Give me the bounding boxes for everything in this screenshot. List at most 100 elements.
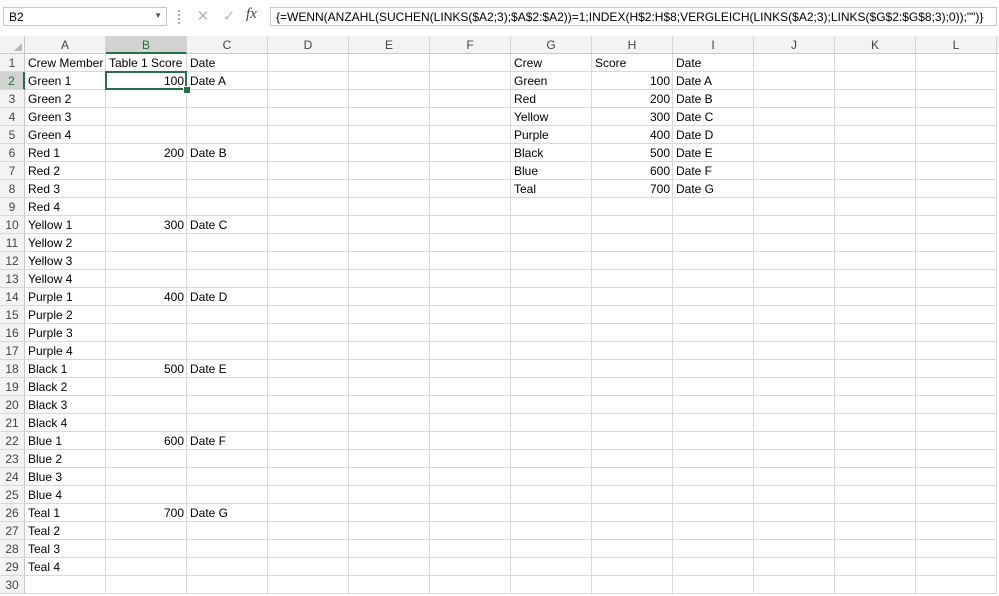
cell-h12[interactable] (592, 252, 673, 270)
cell-d21[interactable] (268, 414, 349, 432)
row-header-6[interactable]: 6 (0, 144, 25, 162)
crew-member-cell[interactable]: Red 1 (25, 144, 106, 162)
cell-i10[interactable] (673, 216, 754, 234)
row-header-1[interactable]: 1 (0, 54, 25, 72)
date-cell[interactable]: Date B (187, 144, 268, 162)
cell-b13[interactable] (106, 270, 187, 288)
table2-header[interactable]: Date (673, 54, 754, 72)
cell-g20[interactable] (511, 396, 592, 414)
cell-k17[interactable] (835, 342, 916, 360)
cell-d29[interactable] (268, 558, 349, 576)
row-header-21[interactable]: 21 (0, 414, 25, 432)
crew-cell[interactable]: Yellow (511, 108, 592, 126)
cell-c11[interactable] (187, 234, 268, 252)
cell-d10[interactable] (268, 216, 349, 234)
cell-b17[interactable] (106, 342, 187, 360)
cell-h27[interactable] (592, 522, 673, 540)
cell-c23[interactable] (187, 450, 268, 468)
cell-h11[interactable] (592, 234, 673, 252)
cell-j19[interactable] (754, 378, 835, 396)
cell-i12[interactable] (673, 252, 754, 270)
cell-d16[interactable] (268, 324, 349, 342)
row-header-19[interactable]: 19 (0, 378, 25, 396)
cell-e30[interactable] (349, 576, 430, 594)
cell-f23[interactable] (430, 450, 511, 468)
fill-handle[interactable] (183, 86, 191, 94)
cancel-icon[interactable]: ✕ (193, 6, 213, 26)
cell-b21[interactable] (106, 414, 187, 432)
cell-l6[interactable] (916, 144, 997, 162)
cell-e3[interactable] (349, 90, 430, 108)
cell-l28[interactable] (916, 540, 997, 558)
cell-k25[interactable] (835, 486, 916, 504)
cell-j25[interactable] (754, 486, 835, 504)
crew-member-cell[interactable]: Green 4 (25, 126, 106, 144)
cell-l7[interactable] (916, 162, 997, 180)
row-header-11[interactable]: 11 (0, 234, 25, 252)
row-header-8[interactable]: 8 (0, 180, 25, 198)
cell-d14[interactable] (268, 288, 349, 306)
cell-j14[interactable] (754, 288, 835, 306)
cell-k2[interactable] (835, 72, 916, 90)
cell-j28[interactable] (754, 540, 835, 558)
cell-e1[interactable] (349, 54, 430, 72)
cell-c4[interactable] (187, 108, 268, 126)
cell-d2[interactable] (268, 72, 349, 90)
cell-c8[interactable] (187, 180, 268, 198)
select-all-button[interactable] (0, 36, 25, 54)
date-cell[interactable]: Date E (187, 360, 268, 378)
cell-j26[interactable] (754, 504, 835, 522)
crew-member-cell[interactable]: Yellow 2 (25, 234, 106, 252)
cell-c27[interactable] (187, 522, 268, 540)
row-header-28[interactable]: 28 (0, 540, 25, 558)
cell-f28[interactable] (430, 540, 511, 558)
cell-i22[interactable] (673, 432, 754, 450)
cell-j5[interactable] (754, 126, 835, 144)
cell-j6[interactable] (754, 144, 835, 162)
cell-c9[interactable] (187, 198, 268, 216)
cell-c19[interactable] (187, 378, 268, 396)
cell-g18[interactable] (511, 360, 592, 378)
cell-i13[interactable] (673, 270, 754, 288)
crew-member-cell[interactable]: Teal 4 (25, 558, 106, 576)
cell-f27[interactable] (430, 522, 511, 540)
dropdown-icon[interactable]: ▼ (154, 11, 162, 20)
cell-c24[interactable] (187, 468, 268, 486)
cell-f5[interactable] (430, 126, 511, 144)
cell-i24[interactable] (673, 468, 754, 486)
date-cell[interactable]: Date G (673, 180, 754, 198)
cell-l27[interactable] (916, 522, 997, 540)
cell-d13[interactable] (268, 270, 349, 288)
cell-k16[interactable] (835, 324, 916, 342)
cell-f19[interactable] (430, 378, 511, 396)
cell-g24[interactable] (511, 468, 592, 486)
table1-header[interactable]: Table 1 Score (106, 54, 187, 72)
cell-j23[interactable] (754, 450, 835, 468)
cell-k30[interactable] (835, 576, 916, 594)
cell-d4[interactable] (268, 108, 349, 126)
cell-j2[interactable] (754, 72, 835, 90)
cell-b12[interactable] (106, 252, 187, 270)
cell-e7[interactable] (349, 162, 430, 180)
cell-e18[interactable] (349, 360, 430, 378)
cell-l16[interactable] (916, 324, 997, 342)
cell-d27[interactable] (268, 522, 349, 540)
cell-k28[interactable] (835, 540, 916, 558)
row-header-12[interactable]: 12 (0, 252, 25, 270)
row-header-14[interactable]: 14 (0, 288, 25, 306)
cell-k10[interactable] (835, 216, 916, 234)
cell-e2[interactable] (349, 72, 430, 90)
cell-j27[interactable] (754, 522, 835, 540)
cell-k7[interactable] (835, 162, 916, 180)
cell-f1[interactable] (430, 54, 511, 72)
cell-b30[interactable] (106, 576, 187, 594)
cell-i29[interactable] (673, 558, 754, 576)
cell-g12[interactable] (511, 252, 592, 270)
cell-g30[interactable] (511, 576, 592, 594)
cell-g13[interactable] (511, 270, 592, 288)
cell-d5[interactable] (268, 126, 349, 144)
cell-b24[interactable] (106, 468, 187, 486)
crew-cell[interactable]: Red (511, 90, 592, 108)
crew-member-cell[interactable]: Purple 2 (25, 306, 106, 324)
cell-k4[interactable] (835, 108, 916, 126)
